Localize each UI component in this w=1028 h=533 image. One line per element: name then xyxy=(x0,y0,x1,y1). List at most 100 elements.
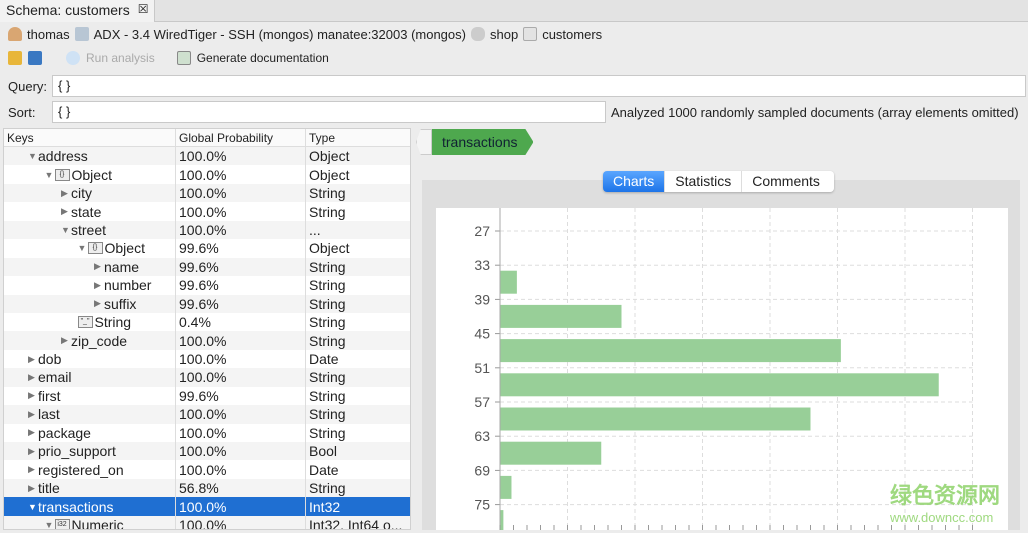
breadcrumb-user[interactable]: thomas xyxy=(27,27,70,42)
save-icon[interactable] xyxy=(28,51,42,65)
breadcrumb-connection[interactable]: ADX - 3.4 WiredTiger - SSH (mongos) mana… xyxy=(94,27,466,42)
expand-arrow-right-icon[interactable]: ▶ xyxy=(28,354,38,365)
y-tick-label: 63 xyxy=(474,428,490,444)
key-cell: ▶ package xyxy=(4,423,176,442)
expand-arrow-down-icon[interactable]: ▼ xyxy=(45,520,55,529)
type-cell: Object xyxy=(309,148,350,165)
expand-arrow-right-icon[interactable]: ▶ xyxy=(28,446,38,457)
server-icon xyxy=(74,27,89,41)
query-input[interactable]: { } xyxy=(52,75,1026,97)
probability-cell: 99.6% xyxy=(176,294,306,313)
key-cell: ▼{} Object xyxy=(4,165,176,184)
breadcrumb-database[interactable]: shop xyxy=(490,27,518,42)
path-breadcrumb: transactions xyxy=(416,129,534,155)
tab-schema-customers[interactable]: Schema: customers ☒ xyxy=(0,0,156,22)
expand-arrow-right-icon[interactable]: ▶ xyxy=(94,261,104,272)
bar xyxy=(500,270,517,294)
tree-row[interactable]: "_" String 0.4% String xyxy=(4,312,410,332)
key-name: prio_support xyxy=(38,443,116,460)
expand-arrow-down-icon[interactable]: ▼ xyxy=(28,151,38,161)
type-cell: String xyxy=(309,185,346,202)
key-name: Object xyxy=(104,240,145,257)
tree-row[interactable]: ▶ city 100.0% String xyxy=(4,183,410,203)
expand-arrow-right-icon[interactable]: ▶ xyxy=(94,298,104,309)
column-type[interactable]: Type xyxy=(306,129,410,146)
type-cell: String xyxy=(309,387,346,404)
root-crumb[interactable] xyxy=(416,129,432,155)
tree-row[interactable]: ▶ state 100.0% String xyxy=(4,202,410,221)
breadcrumb-collection[interactable]: customers xyxy=(542,27,602,42)
expand-arrow-right-icon[interactable]: ▶ xyxy=(28,464,38,475)
expand-arrow-right-icon[interactable]: ▶ xyxy=(28,427,38,438)
column-keys[interactable]: Keys xyxy=(4,129,176,146)
column-probability[interactable]: Global Probability xyxy=(176,129,306,146)
expand-arrow-right-icon[interactable]: ▶ xyxy=(28,390,38,401)
expand-arrow-down-icon[interactable]: ▼ xyxy=(45,170,55,180)
generate-documentation-button[interactable]: Generate documentation xyxy=(197,51,329,65)
tree-row[interactable]: ▶ first 99.6% String xyxy=(4,386,410,406)
key-name: number xyxy=(104,277,152,294)
probability-cell: 100.0% xyxy=(176,165,306,184)
key-name: state xyxy=(71,203,102,220)
tree-row[interactable]: ▼ address 100.0% Object xyxy=(4,147,410,166)
query-label: Query: xyxy=(8,79,48,94)
key-name: registered_on xyxy=(38,461,124,478)
tree-row[interactable]: ▶ dob 100.0% Date xyxy=(4,349,410,369)
key-cell: ▼ street xyxy=(4,220,176,240)
tree-row[interactable]: ▼{} Object 99.6% Object xyxy=(4,239,410,258)
y-tick-label: 57 xyxy=(474,394,490,410)
key-cell: ▶ title xyxy=(4,478,176,498)
probability-cell: 100.0% xyxy=(176,460,306,479)
expand-arrow-right-icon[interactable]: ▶ xyxy=(61,206,71,217)
tree-row[interactable]: ▶ package 100.0% String xyxy=(4,423,410,442)
tree-row[interactable]: ▶ title 56.8% String xyxy=(4,478,410,498)
schema-tree[interactable]: Keys Global Probability Type ▼ address 100… xyxy=(3,128,411,530)
expand-arrow-down-icon[interactable]: ▼ xyxy=(78,243,88,253)
tree-header: Keys Global Probability Type xyxy=(4,129,410,147)
tree-row[interactable]: ▶ suffix 99.6% String xyxy=(4,294,410,313)
tree-row[interactable]: ▶ registered_on 100.0% Date xyxy=(4,460,410,479)
expand-arrow-right-icon[interactable]: ▶ xyxy=(28,483,38,494)
close-icon[interactable]: ☒ xyxy=(138,2,149,20)
tree-row[interactable]: ▶ name 99.6% String xyxy=(4,257,410,277)
tree-row[interactable]: ▼ transactions 100.0% Int32 xyxy=(4,497,410,516)
tree-row[interactable]: ▶ zip_code 100.0% String xyxy=(4,331,410,350)
expand-arrow-right-icon[interactable]: ▶ xyxy=(28,372,38,383)
tree-row[interactable]: ▶ number 99.6% String xyxy=(4,276,410,295)
tab-charts[interactable]: Charts xyxy=(603,171,666,192)
key-cell: ▶ city xyxy=(4,183,176,203)
tree-row[interactable]: ▼{} Object 100.0% Object xyxy=(4,165,410,184)
expand-arrow-right-icon[interactable]: ▶ xyxy=(61,188,71,199)
key-name: city xyxy=(71,185,92,202)
bar xyxy=(500,304,622,328)
tree-row[interactable]: ▶ prio_support 100.0% Bool xyxy=(4,442,410,461)
expand-arrow-down-icon[interactable]: ▼ xyxy=(28,502,38,512)
database-icon xyxy=(470,27,485,41)
expand-arrow-right-icon[interactable]: ▶ xyxy=(28,409,38,420)
tree-row[interactable]: ▼ i32 Numeric 100.0% Int32, Int64 o... xyxy=(4,515,410,529)
watermark: 绿色资源网 www.downcc.com xyxy=(890,478,1000,525)
y-tick-label: 45 xyxy=(474,326,490,342)
expand-arrow-right-icon[interactable]: ▶ xyxy=(61,335,71,346)
type-cell: Int32 xyxy=(309,498,341,515)
type-cell: String xyxy=(309,203,346,220)
tree-row[interactable]: ▼ street 100.0%... xyxy=(4,220,410,240)
expand-arrow-right-icon[interactable]: ▶ xyxy=(94,280,104,291)
tab-statistics[interactable]: Statistics xyxy=(665,171,743,192)
bar xyxy=(500,373,939,397)
expand-arrow-down-icon[interactable]: ▼ xyxy=(61,225,71,235)
tab-comments[interactable]: Comments xyxy=(742,171,834,192)
type-cell: Date xyxy=(309,351,339,368)
crumb-transactions[interactable]: transactions xyxy=(432,129,534,155)
key-cell: "_" String xyxy=(4,312,176,332)
tree-row[interactable]: ▶ last 100.0% String xyxy=(4,405,410,424)
open-folder-icon[interactable] xyxy=(8,51,22,65)
sort-input[interactable]: { } xyxy=(52,101,606,123)
probability-cell: 100.0% xyxy=(176,368,306,387)
probability-cell: 99.6% xyxy=(176,239,306,258)
run-analysis-button[interactable]: Run analysis xyxy=(86,51,155,65)
key-name: first xyxy=(38,387,61,404)
tree-row[interactable]: ▶ email 100.0% String xyxy=(4,368,410,387)
breadcrumb: thomas ADX - 3.4 WiredTiger - SSH (mongo… xyxy=(8,25,602,43)
tab-title: Schema: customers xyxy=(6,2,130,18)
